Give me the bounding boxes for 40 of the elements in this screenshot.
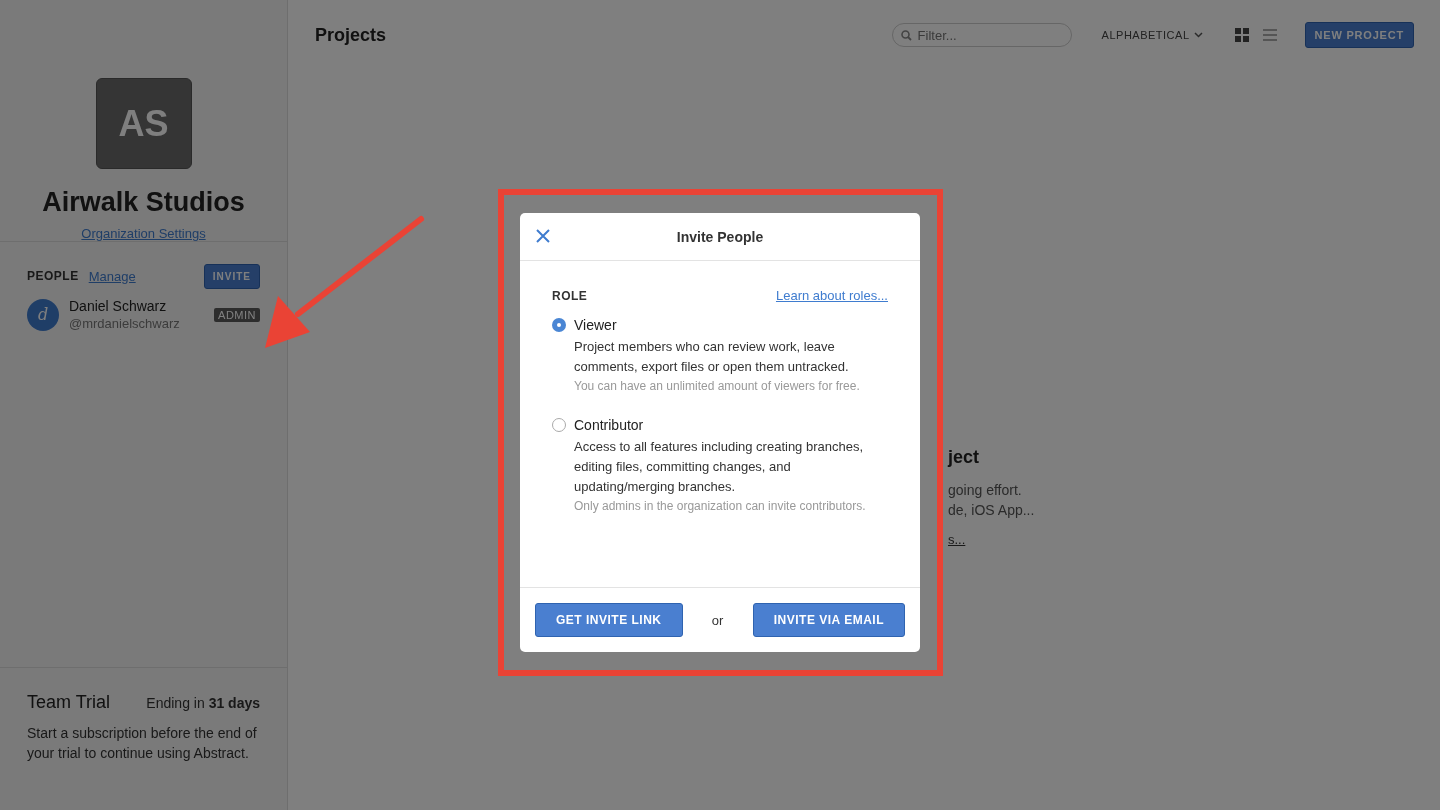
invite-button[interactable]: INVITE <box>203 263 260 289</box>
dialog-title: Invite People <box>676 228 764 245</box>
trial-message: Start a subscription before the end of your trial to continue using Abstract. <box>27 724 257 763</box>
member-handle: @mrdanielschwarz <box>69 316 180 331</box>
empty-state-text: de, iOS App... <box>948 501 1035 520</box>
or-text: or <box>711 612 724 628</box>
role-description: Access to all features including creating branches, editing files, committing changes, and updating/merging branches. <box>574 438 865 496</box>
list-view-icon[interactable] <box>1262 29 1277 41</box>
radio-button[interactable] <box>552 318 566 332</box>
get-invite-link-button[interactable]: GET INVITE LINK <box>535 603 683 637</box>
organization-avatar: AS <box>95 78 192 169</box>
close-button[interactable] <box>534 227 552 245</box>
learn-about-roles-link[interactable]: Learn about roles... <box>775 288 888 303</box>
role-option-label[interactable]: Viewer <box>574 317 617 333</box>
role-description: Project members who can review work, leave comments, export files or open them untracked. <box>574 338 850 376</box>
empty-state-title: ject <box>948 447 980 468</box>
trial-title: Team Trial <box>27 692 111 713</box>
empty-state-link[interactable]: s... <box>948 532 966 547</box>
filter-input[interactable]: Filter... <box>915 26 1060 44</box>
role-option-label[interactable]: Contributor <box>574 417 644 433</box>
user-avatar: d <box>27 298 59 331</box>
role-note: Only admins in the organization can invite contributors. <box>574 498 867 515</box>
organization-settings-link[interactable]: Organization Settings <box>81 226 206 241</box>
chevron-down-icon <box>1193 32 1203 38</box>
grid-view-icon[interactable] <box>1234 28 1249 42</box>
sort-dropdown[interactable]: ALPHABETICAL <box>1095 28 1209 42</box>
empty-state-text: going effort. <box>948 481 1022 500</box>
page-title: Projects <box>315 24 388 46</box>
member-name: Daniel Schwarz <box>69 298 168 314</box>
role-note: You can have an unlimited amount of viewers for free. <box>574 378 861 395</box>
people-heading: PEOPLE <box>27 269 79 283</box>
organization-name: Airwalk Studios <box>42 187 245 218</box>
radio-button[interactable] <box>552 418 566 432</box>
trial-ending: Ending in 31 days <box>146 694 260 711</box>
new-project-button[interactable]: NEW PROJECT <box>1304 22 1414 48</box>
role-badge: ADMIN <box>214 307 260 322</box>
invite-via-email-button[interactable]: INVITE VIA EMAIL <box>752 603 905 637</box>
manage-link[interactable]: Manage <box>88 268 136 284</box>
role-label: ROLE <box>552 288 588 303</box>
search-icon <box>900 29 912 41</box>
